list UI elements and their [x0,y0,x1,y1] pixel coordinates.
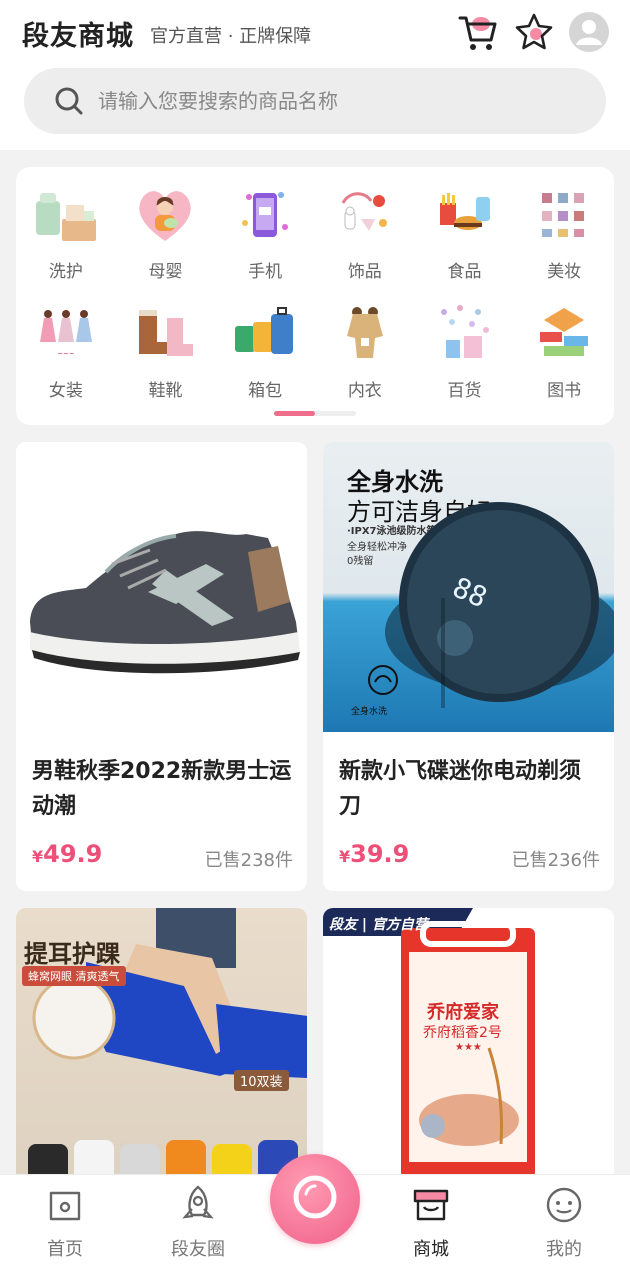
product-card[interactable]: 全身水洗 方可洁身自好 ·IPX7泳池级防水等级 全身轻松冲净 0残留 88 全… [323,442,614,891]
category-pager [274,411,356,416]
product-name: 男鞋秋季2022新款男士运动潮 [32,759,292,819]
price-value: 39.9 [350,840,410,868]
category-item-shoes-boots[interactable]: 鞋靴 [116,302,216,401]
image-badge: 全身水洗 [351,707,388,717]
image-product: 乔府稻香2号 [423,1025,502,1041]
search-bar[interactable] [24,68,606,134]
product-card[interactable]: 男鞋秋季2022新款男士运动潮 ¥49.9 已售238件 [16,442,307,891]
home-icon [45,1185,85,1225]
search-input[interactable] [98,68,578,134]
category-label: 箱包 [248,381,283,401]
image-headline: 提耳护踝 [24,939,120,968]
camera-icon [290,1172,340,1226]
product-image-sneaker [16,442,307,732]
image-tag: 10双装 [234,1070,289,1091]
price-value: 49.9 [43,840,103,868]
shop-icon [411,1185,451,1225]
category-label: 母婴 [148,262,183,282]
category-label: 图书 [547,381,582,401]
category-label: 洗护 [48,262,83,282]
womens-clothing-icon: ~~~ [32,302,100,364]
tab-label: 商城 [413,1239,449,1260]
category-item-luggage[interactable]: 箱包 [215,302,315,401]
category-item-phone[interactable]: 手机 [215,183,315,282]
product-card[interactable]: 段友 | 官方自营 乔府爱家 乔府稻香2号 ★★★ [323,908,614,1208]
product-image-rice: 段友 | 官方自营 乔府爱家 乔府稻香2号 ★★★ [323,908,614,1208]
category-label: 百货 [447,381,482,401]
app-header: 段友商城 官方直营 · 正牌保障 [0,0,630,150]
image-subhead: 蜂窝网眼 清爽透气 [22,966,126,986]
category-label: 食品 [447,262,482,282]
category-item-makeup[interactable]: 美妆 [514,183,614,282]
rocket-icon [178,1185,218,1225]
category-label: 美妆 [547,262,582,282]
cart-icon[interactable] [456,10,500,54]
luggage-icon [231,302,299,364]
image-brand: 乔府爱家 [427,1002,499,1023]
price-currency: ¥ [32,847,44,866]
phone-icon [231,183,299,245]
category-label: 手机 [248,262,283,282]
tab-circle[interactable]: 段友圈 [148,1175,248,1280]
category-panel: 洗护 母婴 手机 饰品 食品 美妆 ~~~ 女装 鞋靴 箱包 内衣 百货 图书 [16,167,614,425]
general-goods-icon [430,302,498,364]
price-currency: ¥ [339,847,351,866]
brand-title: 段友商城 [22,21,134,52]
product-name: 新款小飞碟迷你电动剃须刀 [339,759,582,819]
smiley-icon [544,1185,584,1225]
category-item-books[interactable]: 图书 [514,302,614,401]
brand-tagline: 官方直营 · 正牌保障 [150,26,312,47]
underwear-icon [331,302,399,364]
accessories-icon [331,183,399,245]
category-item-womens-clothing[interactable]: ~~~ 女装 [16,302,116,401]
books-icon [530,302,598,364]
product-card[interactable]: 提耳护踝 蜂窝网眼 清爽透气 10双装 [16,908,307,1208]
wash-care-icon [32,183,100,245]
tab-home[interactable]: 首页 [15,1175,115,1280]
product-image-shaver: 全身水洗 方可洁身自好 ·IPX7泳池级防水等级 全身轻松冲净 0残留 88 全… [323,442,614,732]
makeup-icon [530,183,598,245]
category-label: 鞋靴 [148,381,183,401]
product-price: ¥39.9 [339,840,409,868]
image-stars: ★★★ [455,1042,482,1053]
sold-count: 已售238件 [204,850,293,871]
tab-label: 段友圈 [171,1239,225,1260]
camera-button[interactable] [270,1154,360,1244]
tab-label: 首页 [47,1239,83,1260]
category-item-wash-care[interactable]: 洗护 [16,183,116,282]
category-label: 饰品 [347,262,382,282]
tab-label: 我的 [546,1239,582,1260]
category-label: 女装 [48,381,83,401]
category-item-general-goods[interactable]: 百货 [415,302,515,401]
search-icon [54,86,84,120]
image-banner: 段友 | 官方自营 [329,917,428,933]
sold-count: 已售236件 [511,850,600,871]
tab-shop[interactable]: 商城 [381,1175,481,1280]
category-label: 内衣 [347,381,382,401]
category-item-food[interactable]: 食品 [415,183,515,282]
svg-text:~~~: ~~~ [57,350,75,358]
tab-profile[interactable]: 我的 [514,1175,614,1280]
pager-active-indicator [274,411,315,416]
category-item-accessories[interactable]: 饰品 [315,183,415,282]
star-icon[interactable] [512,10,556,54]
category-item-mother-baby[interactable]: 母婴 [116,183,216,282]
avatar-icon[interactable] [567,10,611,54]
shoes-boots-icon [131,302,199,364]
food-icon [430,183,498,245]
product-price: ¥49.9 [32,840,102,868]
category-item-underwear[interactable]: 内衣 [315,302,415,401]
mother-baby-icon [131,183,199,245]
product-image-socks: 提耳护踝 蜂窝网眼 清爽透气 10双装 [16,908,307,1208]
